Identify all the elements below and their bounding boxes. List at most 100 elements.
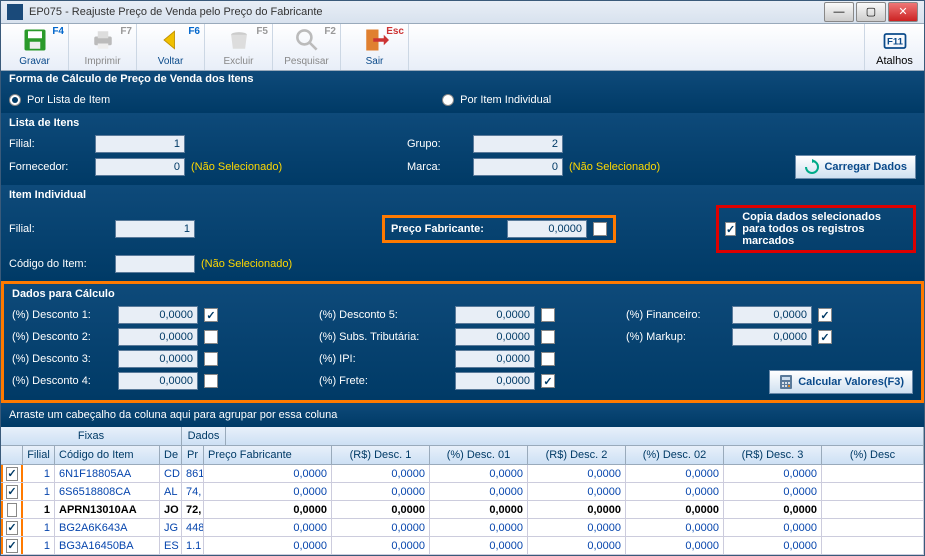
markup-input[interactable] [732,328,812,346]
d5-check[interactable] [541,308,555,322]
marca-input[interactable] [473,158,563,176]
subs-check[interactable] [541,330,555,344]
excluir-button[interactable]: F5 Excluir [205,24,273,70]
cell-de: CD [160,465,182,482]
atalhos-button[interactable]: F11 Atalhos [864,24,924,70]
row-check[interactable] [1,501,23,518]
cell-filial: 1 [23,483,55,500]
por-item-radio[interactable] [442,94,454,106]
table-row[interactable]: 16N1F18805AACD8610,00000,00000,00000,000… [1,465,924,483]
frete-check[interactable] [541,374,555,388]
fin-check[interactable] [818,308,832,322]
codigo-input[interactable] [115,255,195,273]
row-check[interactable] [1,465,23,482]
filial-input[interactable] [95,135,185,153]
cell-p03 [822,465,924,482]
col-filial[interactable]: Filial [23,446,55,464]
row-check[interactable] [1,537,23,554]
cell-rs3: 0,0000 [724,537,822,554]
calcular-button[interactable]: Calcular Valores(F3) [769,370,913,394]
d5-input[interactable] [455,306,535,324]
d4-input[interactable] [118,372,198,390]
toolbar: F4 Gravar F7 Imprimir F6 Voltar F5 Exclu… [1,24,924,71]
grid-band-header: Fixas Dados [1,427,924,446]
d1-check[interactable] [204,308,218,322]
ipi-check[interactable] [541,352,555,366]
table-row[interactable]: 1BG2A6K643AJG4480,00000,00000,00000,0000… [1,519,924,537]
app-window: EP075 - Reajuste Preço de Venda pelo Pre… [0,0,925,556]
d4-check[interactable] [204,374,218,388]
lista-legend: Lista de Itens [9,117,916,129]
row-check[interactable] [1,519,23,536]
sair-button[interactable]: Esc Sair [341,24,409,70]
precofab-input[interactable] [507,220,587,238]
cell-rs1: 0,0000 [332,537,430,554]
gravar-button[interactable]: F4 Gravar [1,24,69,70]
d3-check[interactable] [204,352,218,366]
ipi-input[interactable] [455,350,535,368]
fin-input[interactable] [732,306,812,324]
d3-input[interactable] [118,350,198,368]
col-rs3[interactable]: (R$) Desc. 3 [724,446,822,464]
por-lista-label: Por Lista de Item [27,94,110,106]
col-p03[interactable]: (%) Desc [822,446,924,464]
grupo-input[interactable] [473,135,563,153]
table-row[interactable]: 1BG3A16450BAES1.10,00000,00000,00000,000… [1,537,924,555]
close-button[interactable]: ✕ [888,2,918,22]
col-rs1[interactable]: (R$) Desc. 1 [332,446,430,464]
marca-naosel: (Não Selecionado) [569,161,660,173]
minimize-button[interactable]: — [824,2,854,22]
d2-check[interactable] [204,330,218,344]
col-p01[interactable]: (%) Desc. 01 [430,446,528,464]
dados-panel: Dados para Cálculo (%) Desconto 1: (%) D… [1,281,924,403]
frete-label: (%) Frete: [319,375,449,387]
cell-filial: 1 [23,501,55,518]
por-item-label: Por Item Individual [460,94,551,106]
imprimir-button[interactable]: F7 Imprimir [69,24,137,70]
copia-check[interactable] [725,222,736,236]
carregar-dados-button[interactable]: Carregar Dados [795,155,916,179]
markup-check[interactable] [818,330,832,344]
lista-panel: Lista de Itens Filial: Grupo: Fornecedor… [1,113,924,185]
cell-pr: 72, [182,501,204,518]
item-filial-label: Filial: [9,223,109,235]
d2-input[interactable] [118,328,198,346]
d1-input[interactable] [118,306,198,324]
cell-rs1: 0,0000 [332,501,430,518]
cell-pr: 74, [182,483,204,500]
pesquisar-button[interactable]: F2 Pesquisar [273,24,341,70]
carregar-label: Carregar Dados [824,161,907,173]
cell-rs2: 0,0000 [528,537,626,554]
cell-pf: 0,0000 [204,519,332,536]
table-row[interactable]: 16S6518808CAAL74,0,00000,00000,00000,000… [1,483,924,501]
d3-label: (%) Desconto 3: [12,353,112,365]
maximize-button[interactable]: ▢ [856,2,886,22]
voltar-button[interactable]: F6 Voltar [137,24,205,70]
item-filial-input[interactable] [115,220,195,238]
fornecedor-input[interactable] [95,158,185,176]
col-p02[interactable]: (%) Desc. 02 [626,446,724,464]
frete-input[interactable] [455,372,535,390]
sair-label: Sair [366,56,384,67]
band-dados[interactable]: Dados [182,427,226,445]
grid-body[interactable]: 16N1F18805AACD8610,00000,00000,00000,000… [1,465,924,555]
col-check[interactable] [1,446,23,464]
band-fixas[interactable]: Fixas [1,427,182,445]
window-title: EP075 - Reajuste Preço de Venda pelo Pre… [29,6,824,18]
por-lista-radio[interactable] [9,94,21,106]
precofab-check[interactable] [593,222,607,236]
excluir-key: F5 [256,26,268,37]
row-check[interactable] [1,483,23,500]
subs-input[interactable] [455,328,535,346]
col-pf[interactable]: Preço Fabricante [204,446,332,464]
filial-label: Filial: [9,138,89,150]
col-rs2[interactable]: (R$) Desc. 2 [528,446,626,464]
trash-icon [225,26,253,54]
imprimir-label: Imprimir [84,56,120,67]
col-pr[interactable]: Pr [182,446,204,464]
col-codigo[interactable]: Código do Item [55,446,160,464]
group-hint: Arraste um cabeçalho da coluna aqui para… [1,403,924,427]
col-de[interactable]: De [160,446,182,464]
cell-codigo: BG3A16450BA [55,537,160,554]
table-row[interactable]: 1APRN13010AAJO72,0,00000,00000,00000,000… [1,501,924,519]
